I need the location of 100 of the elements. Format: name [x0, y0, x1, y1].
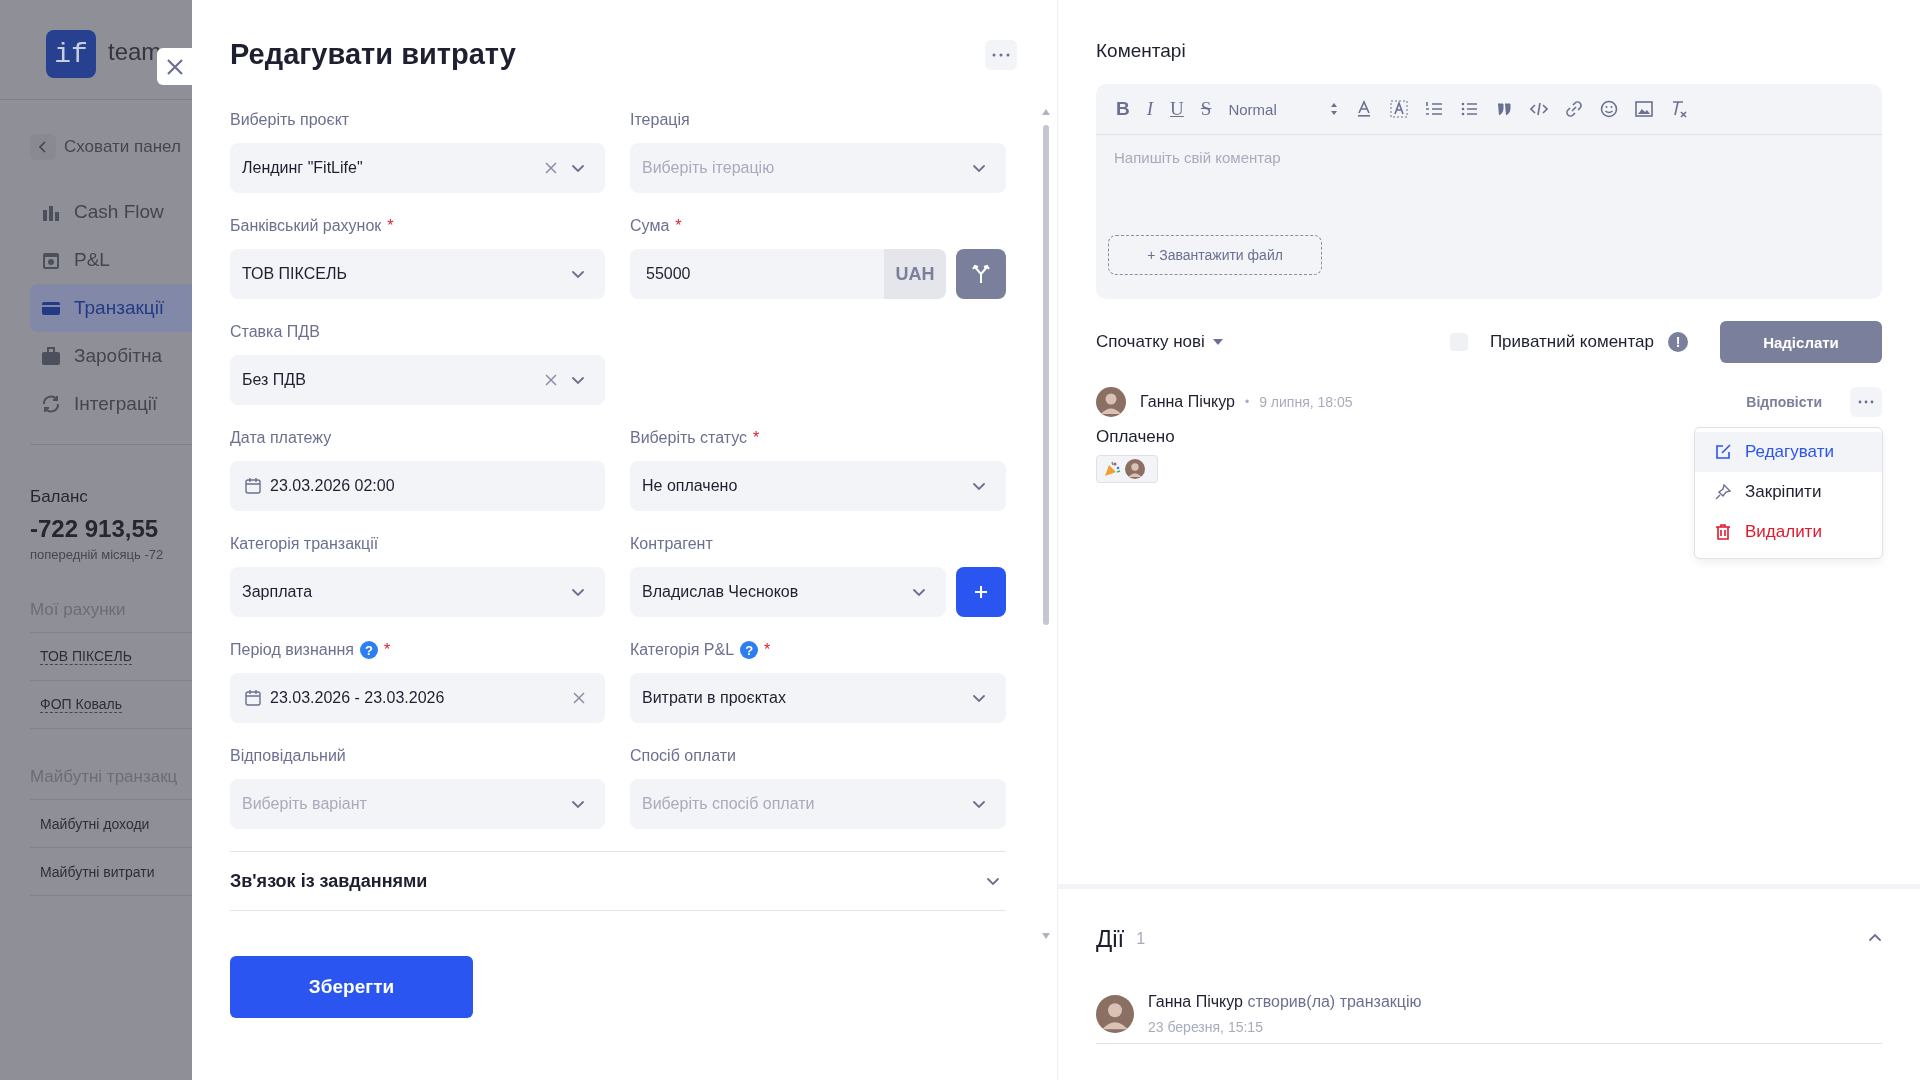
clear-format-icon[interactable] [1670, 100, 1689, 118]
comment-time: 9 липня, 18:05 [1259, 394, 1353, 410]
split-icon [972, 264, 990, 284]
select-field[interactable]: Не оплачено [630, 461, 1006, 511]
sort-dropdown[interactable]: Спочатку нові [1096, 332, 1223, 352]
menu-item[interactable]: Закріпити [1695, 472, 1882, 512]
clear-icon[interactable] [545, 162, 557, 174]
send-button[interactable]: Надіслати [1720, 321, 1882, 363]
italic-button[interactable]: I [1146, 98, 1154, 120]
select-field[interactable]: Владислав Чесноков [630, 567, 946, 617]
clear-icon[interactable] [573, 692, 585, 704]
more-icon [1858, 400, 1874, 404]
calendar-icon [244, 477, 262, 495]
field-label: Період визнання [230, 641, 355, 659]
refresh-icon [43, 395, 59, 413]
text-size-dropdown[interactable]: Normal [1228, 100, 1339, 118]
add-button[interactable] [956, 567, 1006, 617]
nav-item[interactable]: Транзакції [30, 284, 192, 332]
plus-icon [974, 585, 988, 599]
strikethrough-button[interactable]: S [1200, 98, 1212, 120]
comment-text: Оплачено [1096, 427, 1176, 447]
code-icon[interactable] [1530, 100, 1549, 118]
save-button[interactable]: Зберегти [230, 956, 473, 1018]
field-label: Ітерація [630, 111, 690, 129]
nav-item[interactable]: Заробітна [30, 332, 192, 380]
activity-text: створив(ла) транзакцію [1247, 993, 1422, 1010]
reaction-chip[interactable] [1096, 455, 1158, 483]
logo[interactable]: if [46, 30, 96, 78]
calendar-dollar-icon [43, 253, 59, 269]
separator-dot: • [1244, 395, 1250, 409]
emoji-icon[interactable] [1600, 100, 1619, 118]
comments-title: Коментарі [1096, 40, 1187, 62]
reply-button[interactable]: Відповісти [1746, 394, 1822, 410]
chevron-left-icon [39, 141, 47, 153]
numbered-list-icon[interactable] [1425, 100, 1444, 118]
select-field[interactable]: Лендинг "FitLife" [230, 143, 605, 193]
field-label: Виберіть статус [630, 429, 748, 447]
required-mark: * [384, 641, 391, 659]
field-label: Контрагент [630, 535, 713, 553]
select-field[interactable]: Зарплата [230, 567, 605, 617]
date-range-field[interactable]: 23.03.2026 - 23.03.2026 [230, 673, 605, 723]
caret-icon [1212, 339, 1223, 345]
activity-time: 23 березня, 15:15 [1148, 1019, 1264, 1035]
card-icon [42, 302, 60, 315]
select-field[interactable]: Без ПДВ [230, 355, 605, 405]
field-label: Відповідальний [230, 747, 346, 765]
avatar [1125, 459, 1145, 479]
comment-author: Ганна Пічкур [1140, 393, 1235, 411]
menu-item[interactable]: Видалити [1695, 512, 1882, 552]
collapse-label[interactable]: Сховати панел [64, 137, 181, 157]
field-label: Спосіб оплати [630, 747, 736, 765]
select-field[interactable]: ТОВ ПІКСЕЛЬ [230, 249, 605, 299]
pin-icon [1715, 484, 1731, 500]
account-link[interactable]: ТОВ ПІКСЕЛЬ [40, 648, 132, 665]
field-label: Ставка ПДВ [230, 323, 320, 341]
nav-item[interactable]: Інтеграції [30, 380, 192, 428]
nav-item[interactable]: P&L [30, 236, 192, 284]
select-field[interactable]: Витрати в проєктах [630, 673, 1006, 723]
menu-item[interactable]: Редагувати [1695, 432, 1882, 472]
required-mark: * [675, 217, 682, 235]
image-icon[interactable] [1635, 100, 1654, 118]
link-icon[interactable] [1565, 100, 1584, 118]
required-mark: * [753, 429, 760, 447]
info-icon[interactable]: ! [1668, 332, 1688, 352]
account-link[interactable]: ФОП Коваль [40, 696, 122, 713]
actions-title: Дії [1096, 925, 1125, 953]
field-label: Дата платежу [230, 429, 332, 447]
actions-count: 1 [1136, 930, 1146, 948]
date-field[interactable]: 23.03.2026 02:00 [230, 461, 605, 511]
checkbox-label[interactable]: Приватний коментар [1489, 332, 1654, 352]
comment-field[interactable]: B I U S Normal Напишіть свій коментар + Завантажити файл [1096, 84, 1882, 299]
form-title: Редагувати витрату [230, 38, 516, 71]
briefcase-icon [42, 347, 60, 365]
trash-icon [1715, 524, 1731, 540]
field-label: Категорія транзакції [230, 535, 379, 553]
field-label: Банківський рахунок [230, 217, 382, 235]
required-mark: * [387, 217, 394, 235]
calendar-icon [244, 689, 262, 707]
field-label: Виберіть проєкт [230, 111, 350, 129]
upload-button[interactable]: + Завантажити файл [1108, 235, 1322, 275]
split-button[interactable] [956, 249, 1006, 299]
underline-button[interactable]: U [1170, 98, 1184, 120]
clear-icon[interactable] [545, 374, 557, 386]
highlight-icon[interactable] [1390, 100, 1409, 118]
avatar [1096, 995, 1134, 1033]
collapse-button[interactable] [30, 134, 56, 160]
section-header[interactable]: Зв'язок із завданнями [230, 851, 1006, 911]
help-icon[interactable]: ? [740, 641, 759, 659]
field-label: Категорія P&L [630, 641, 735, 659]
balance-amount: -722 913,55 [30, 515, 160, 543]
required-mark: * [764, 641, 771, 659]
bullet-list-icon[interactable] [1460, 100, 1479, 118]
quote-icon[interactable] [1495, 100, 1514, 118]
bold-button[interactable]: B [1116, 98, 1130, 120]
amount-field[interactable]: 55000 [630, 249, 884, 299]
field-label: Сума [630, 217, 670, 235]
help-icon[interactable]: ? [360, 641, 379, 659]
bar-chart-icon [43, 206, 59, 221]
nav-item[interactable]: Cash Flow [30, 188, 192, 236]
edit-icon [1715, 444, 1731, 460]
